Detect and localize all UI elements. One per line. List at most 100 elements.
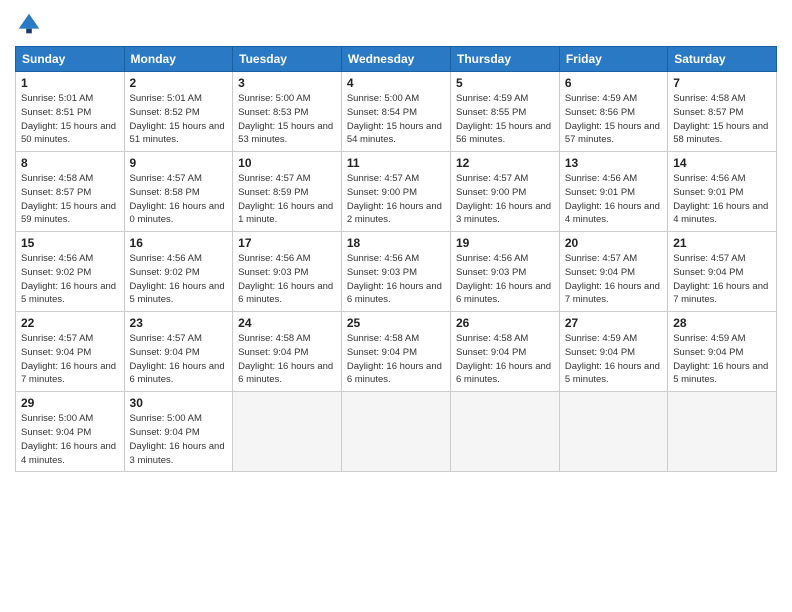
day-info: Sunrise: 4:57 AMSunset: 8:58 PMDaylight:… bbox=[130, 172, 228, 227]
day-number: 26 bbox=[456, 316, 554, 330]
day-info: Sunrise: 4:57 AMSunset: 9:04 PMDaylight:… bbox=[130, 332, 228, 387]
day-info: Sunrise: 4:56 AMSunset: 9:03 PMDaylight:… bbox=[347, 252, 445, 307]
calendar-cell: 18 Sunrise: 4:56 AMSunset: 9:03 PMDayligh… bbox=[341, 232, 450, 312]
day-info: Sunrise: 4:58 AMSunset: 8:57 PMDaylight:… bbox=[673, 92, 771, 147]
logo bbox=[15, 10, 45, 38]
calendar-cell: 20 Sunrise: 4:57 AMSunset: 9:04 PMDayligh… bbox=[559, 232, 667, 312]
calendar-cell: 24 Sunrise: 4:58 AMSunset: 9:04 PMDayligh… bbox=[233, 312, 342, 392]
calendar-cell: 2 Sunrise: 5:01 AMSunset: 8:52 PMDaylight… bbox=[124, 72, 233, 152]
day-number: 17 bbox=[238, 236, 336, 250]
day-number: 4 bbox=[347, 76, 445, 90]
day-number: 18 bbox=[347, 236, 445, 250]
calendar-cell: 7 Sunrise: 4:58 AMSunset: 8:57 PMDaylight… bbox=[668, 72, 777, 152]
calendar-cell: 12 Sunrise: 4:57 AMSunset: 9:00 PMDayligh… bbox=[451, 152, 560, 232]
weekday-header: Thursday bbox=[451, 47, 560, 72]
calendar-cell: 9 Sunrise: 4:57 AMSunset: 8:58 PMDaylight… bbox=[124, 152, 233, 232]
day-info: Sunrise: 4:57 AMSunset: 9:04 PMDaylight:… bbox=[673, 252, 771, 307]
calendar-cell: 6 Sunrise: 4:59 AMSunset: 8:56 PMDaylight… bbox=[559, 72, 667, 152]
calendar-table: SundayMondayTuesdayWednesdayThursdayFrid… bbox=[15, 46, 777, 472]
day-info: Sunrise: 4:58 AMSunset: 9:04 PMDaylight:… bbox=[238, 332, 336, 387]
day-info: Sunrise: 5:01 AMSunset: 8:52 PMDaylight:… bbox=[130, 92, 228, 147]
day-info: Sunrise: 4:57 AMSunset: 9:04 PMDaylight:… bbox=[21, 332, 119, 387]
day-info: Sunrise: 4:57 AMSunset: 9:00 PMDaylight:… bbox=[456, 172, 554, 227]
calendar-cell: 22 Sunrise: 4:57 AMSunset: 9:04 PMDayligh… bbox=[16, 312, 125, 392]
calendar-cell: 27 Sunrise: 4:59 AMSunset: 9:04 PMDayligh… bbox=[559, 312, 667, 392]
calendar-cell: 29 Sunrise: 5:00 AMSunset: 9:04 PMDayligh… bbox=[16, 392, 125, 472]
day-info: Sunrise: 5:00 AMSunset: 9:04 PMDaylight:… bbox=[21, 412, 119, 467]
day-info: Sunrise: 4:56 AMSunset: 9:03 PMDaylight:… bbox=[238, 252, 336, 307]
calendar-header-row: SundayMondayTuesdayWednesdayThursdayFrid… bbox=[16, 47, 777, 72]
calendar-row: 29 Sunrise: 5:00 AMSunset: 9:04 PMDayligh… bbox=[16, 392, 777, 472]
weekday-header: Sunday bbox=[16, 47, 125, 72]
day-info: Sunrise: 4:59 AMSunset: 9:04 PMDaylight:… bbox=[565, 332, 662, 387]
day-number: 16 bbox=[130, 236, 228, 250]
day-info: Sunrise: 4:56 AMSunset: 9:02 PMDaylight:… bbox=[130, 252, 228, 307]
calendar-row: 1 Sunrise: 5:01 AMSunset: 8:51 PMDaylight… bbox=[16, 72, 777, 152]
weekday-header: Saturday bbox=[668, 47, 777, 72]
calendar-cell: 1 Sunrise: 5:01 AMSunset: 8:51 PMDaylight… bbox=[16, 72, 125, 152]
calendar-cell: 16 Sunrise: 4:56 AMSunset: 9:02 PMDayligh… bbox=[124, 232, 233, 312]
day-number: 30 bbox=[130, 396, 228, 410]
weekday-header: Tuesday bbox=[233, 47, 342, 72]
calendar-cell bbox=[341, 392, 450, 472]
day-number: 22 bbox=[21, 316, 119, 330]
day-number: 2 bbox=[130, 76, 228, 90]
calendar-cell: 10Sunrise: 4:57 AMSunset: 8:59 PMDayligh… bbox=[233, 152, 342, 232]
weekday-header: Wednesday bbox=[341, 47, 450, 72]
weekday-header: Monday bbox=[124, 47, 233, 72]
calendar-cell: 28 Sunrise: 4:59 AMSunset: 9:04 PMDayligh… bbox=[668, 312, 777, 392]
day-number: 6 bbox=[565, 76, 662, 90]
day-number: 25 bbox=[347, 316, 445, 330]
calendar-cell: 8 Sunrise: 4:58 AMSunset: 8:57 PMDaylight… bbox=[16, 152, 125, 232]
calendar-cell: 25 Sunrise: 4:58 AMSunset: 9:04 PMDayligh… bbox=[341, 312, 450, 392]
calendar-cell bbox=[559, 392, 667, 472]
calendar-cell: 23 Sunrise: 4:57 AMSunset: 9:04 PMDayligh… bbox=[124, 312, 233, 392]
day-number: 28 bbox=[673, 316, 771, 330]
day-info: Sunrise: 4:59 AMSunset: 8:56 PMDaylight:… bbox=[565, 92, 662, 147]
day-number: 5 bbox=[456, 76, 554, 90]
day-number: 9 bbox=[130, 156, 228, 170]
day-info: Sunrise: 4:58 AMSunset: 9:04 PMDaylight:… bbox=[347, 332, 445, 387]
day-info: Sunrise: 5:00 AMSunset: 8:53 PMDaylight:… bbox=[238, 92, 336, 147]
day-number: 24 bbox=[238, 316, 336, 330]
day-number: 7 bbox=[673, 76, 771, 90]
calendar-cell: 17 Sunrise: 4:56 AMSunset: 9:03 PMDayligh… bbox=[233, 232, 342, 312]
day-info: Sunrise: 4:56 AMSunset: 9:03 PMDaylight:… bbox=[456, 252, 554, 307]
day-info: Sunrise: 4:56 AMSunset: 9:01 PMDaylight:… bbox=[673, 172, 771, 227]
day-info: Sunrise: 4:59 AMSunset: 9:04 PMDaylight:… bbox=[673, 332, 771, 387]
calendar-cell: 19Sunrise: 4:56 AMSunset: 9:03 PMDayligh… bbox=[451, 232, 560, 312]
calendar-cell: 11 Sunrise: 4:57 AMSunset: 9:00 PMDayligh… bbox=[341, 152, 450, 232]
day-number: 11 bbox=[347, 156, 445, 170]
calendar-cell: 15Sunrise: 4:56 AMSunset: 9:02 PMDayligh… bbox=[16, 232, 125, 312]
calendar-row: 15Sunrise: 4:56 AMSunset: 9:02 PMDayligh… bbox=[16, 232, 777, 312]
day-info: Sunrise: 4:57 AMSunset: 8:59 PMDaylight:… bbox=[238, 172, 336, 227]
day-number: 29 bbox=[21, 396, 119, 410]
day-info: Sunrise: 5:00 AMSunset: 8:54 PMDaylight:… bbox=[347, 92, 445, 147]
calendar-cell bbox=[233, 392, 342, 472]
calendar-cell bbox=[451, 392, 560, 472]
day-number: 13 bbox=[565, 156, 662, 170]
header bbox=[15, 10, 777, 38]
day-info: Sunrise: 4:59 AMSunset: 8:55 PMDaylight:… bbox=[456, 92, 554, 147]
calendar-cell: 3 Sunrise: 5:00 AMSunset: 8:53 PMDaylight… bbox=[233, 72, 342, 152]
day-info: Sunrise: 4:58 AMSunset: 8:57 PMDaylight:… bbox=[21, 172, 119, 227]
day-number: 3 bbox=[238, 76, 336, 90]
day-number: 12 bbox=[456, 156, 554, 170]
calendar-cell: 26Sunrise: 4:58 AMSunset: 9:04 PMDayligh… bbox=[451, 312, 560, 392]
calendar-cell: 21Sunrise: 4:57 AMSunset: 9:04 PMDayligh… bbox=[668, 232, 777, 312]
day-info: Sunrise: 5:01 AMSunset: 8:51 PMDaylight:… bbox=[21, 92, 119, 147]
day-info: Sunrise: 4:57 AMSunset: 9:00 PMDaylight:… bbox=[347, 172, 445, 227]
day-number: 27 bbox=[565, 316, 662, 330]
day-number: 8 bbox=[21, 156, 119, 170]
day-info: Sunrise: 4:56 AMSunset: 9:01 PMDaylight:… bbox=[565, 172, 662, 227]
calendar-row: 8 Sunrise: 4:58 AMSunset: 8:57 PMDaylight… bbox=[16, 152, 777, 232]
day-info: Sunrise: 4:57 AMSunset: 9:04 PMDaylight:… bbox=[565, 252, 662, 307]
calendar-cell: 14Sunrise: 4:56 AMSunset: 9:01 PMDayligh… bbox=[668, 152, 777, 232]
day-info: Sunrise: 5:00 AMSunset: 9:04 PMDaylight:… bbox=[130, 412, 228, 467]
day-number: 23 bbox=[130, 316, 228, 330]
logo-icon bbox=[15, 10, 43, 38]
day-number: 1 bbox=[21, 76, 119, 90]
day-number: 20 bbox=[565, 236, 662, 250]
calendar-cell bbox=[668, 392, 777, 472]
day-info: Sunrise: 4:56 AMSunset: 9:02 PMDaylight:… bbox=[21, 252, 119, 307]
